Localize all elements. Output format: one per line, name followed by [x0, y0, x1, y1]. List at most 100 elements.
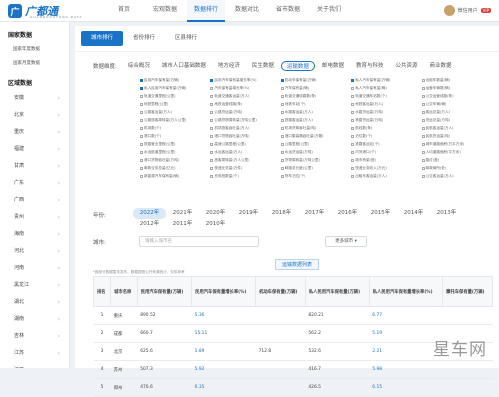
- user-area[interactable]: 微信用户 VIP: [444, 5, 491, 16]
- column-header[interactable]: 民用汽车保有量增长率(%): [192, 277, 256, 307]
- category-7[interactable]: 公共资源: [390, 61, 422, 71]
- indicator-option[interactable]: 高速公路里程(公里): [210, 140, 278, 148]
- sidebar-province-item[interactable]: 安徽: [0, 90, 69, 107]
- indicator-option[interactable]: 水运货运量(万吨): [281, 148, 349, 156]
- sidebar-province-item[interactable]: 江苏: [0, 345, 69, 362]
- nav-item-5[interactable]: 关于我们: [310, 0, 348, 22]
- indicator-option[interactable]: 港口集装箱吞吐量(万箱): [281, 132, 349, 140]
- indicator-option[interactable]: 充电桩数量(个): [210, 172, 278, 180]
- checkbox-icon[interactable]: [422, 175, 425, 178]
- indicator-option[interactable]: 快递业务量(万件): [210, 164, 278, 172]
- year-option[interactable]: 2020年: [199, 208, 232, 219]
- indicator-option[interactable]: 泊位数(个): [351, 132, 419, 140]
- checkbox-icon[interactable]: [351, 87, 354, 90]
- checkbox-icon[interactable]: [210, 159, 213, 162]
- checkbox-icon[interactable]: [281, 175, 284, 178]
- checkbox-icon[interactable]: [281, 167, 284, 170]
- checkbox-icon[interactable]: [422, 103, 425, 106]
- checkbox-icon[interactable]: [281, 159, 284, 162]
- category-8[interactable]: 商业数据: [424, 61, 456, 71]
- checkbox-icon[interactable]: [140, 159, 143, 162]
- category-5[interactable]: 邮电数据: [317, 61, 349, 71]
- indicator-option[interactable]: 航线数(条): [351, 124, 419, 132]
- nav-item-4[interactable]: 省市数据: [269, 0, 307, 22]
- indicator-option[interactable]: 私人民用汽车保有量(万辆): [140, 84, 208, 92]
- indicator-option[interactable]: 机场数(个): [140, 124, 208, 132]
- indicator-option[interactable]: 水路货运量(万吨): [351, 108, 419, 116]
- checkbox-icon[interactable]: [281, 119, 284, 122]
- checkbox-icon[interactable]: [140, 95, 143, 98]
- indicator-option[interactable]: 铁路客运站(个): [351, 140, 419, 148]
- table-row[interactable]: 1重庆890.525.36820.216.77: [94, 307, 493, 325]
- checkbox-icon[interactable]: [351, 95, 354, 98]
- indicator-option[interactable]: 汽车保有量(辆): [281, 84, 349, 92]
- checkbox-icon[interactable]: [210, 87, 213, 90]
- column-header[interactable]: 民用汽车保有量(万辆): [137, 277, 191, 307]
- checkbox-icon[interactable]: [140, 87, 143, 90]
- indicator-option[interactable]: 快递业务收入(万元): [351, 164, 419, 172]
- checkbox-icon[interactable]: [351, 127, 354, 130]
- checkbox-icon[interactable]: [281, 103, 284, 106]
- indicator-option[interactable]: 铁路货运量(万吨): [351, 116, 419, 124]
- indicator-option[interactable]: 货运总量(万吨): [422, 116, 490, 124]
- avatar[interactable]: [444, 5, 455, 16]
- indicator-option[interactable]: 停车泊位(个): [281, 172, 349, 180]
- year-option[interactable]: 2011年: [166, 219, 199, 230]
- indicator-option[interactable]: 邮政业务总量(亿元): [140, 164, 208, 172]
- category-1[interactable]: 城市人口基础数据: [157, 61, 211, 71]
- indicator-option[interactable]: 港口货物吞吐量(万吨): [210, 132, 278, 140]
- indicator-option[interactable]: 私人汽车保有量(辆): [351, 84, 419, 92]
- category-6[interactable]: 教育与科技: [351, 61, 389, 71]
- indicator-option[interactable]: 公交客运量(万人): [422, 172, 490, 180]
- sidebar-province-item[interactable]: 黑龙江: [0, 277, 69, 294]
- indicator-option[interactable]: 机场旅客吞吐量(万人): [210, 124, 278, 132]
- category-4[interactable]: 运输数据: [281, 61, 315, 71]
- sidebar-province-item[interactable]: 海南: [0, 226, 69, 243]
- checkbox-icon[interactable]: [210, 175, 213, 178]
- sidebar-province-item[interactable]: 福建: [0, 141, 69, 158]
- indicator-option[interactable]: 出租车数量(辆): [422, 76, 490, 84]
- checkbox-icon[interactable]: [210, 167, 213, 170]
- indicator-option[interactable]: 轨道交通车站数(个): [351, 92, 419, 100]
- checkbox-icon[interactable]: [351, 175, 354, 178]
- year-option[interactable]: 2012年: [133, 219, 166, 230]
- indicator-option[interactable]: 邮政局所(处): [422, 164, 490, 172]
- checkbox-icon[interactable]: [351, 151, 354, 154]
- indicator-option[interactable]: 旅客周转量(万人公里): [210, 156, 278, 164]
- category-0[interactable]: 综合概况: [123, 61, 155, 71]
- indicator-option[interactable]: 轨道交通里程(公里): [140, 92, 208, 100]
- indicator-option[interactable]: 地铁运营线路(条): [210, 100, 278, 108]
- checkbox-icon[interactable]: [422, 95, 425, 98]
- indicator-option[interactable]: 铁路客运量(万人): [281, 116, 349, 124]
- indicator-option[interactable]: 轨道交通客运量(万人): [210, 92, 278, 100]
- sidebar-national-item[interactable]: 国家年度数据: [0, 42, 69, 56]
- sidebar-province-item[interactable]: 吉林: [0, 328, 69, 345]
- indicator-option[interactable]: 地铁里程(公里): [140, 100, 208, 108]
- indicator-option[interactable]: 轨道交通线路数(条): [281, 92, 349, 100]
- nav-item-2[interactable]: 数据排行: [187, 0, 225, 22]
- sidebar-national-heading[interactable]: 国家数据: [0, 27, 69, 42]
- indicator-option[interactable]: 地铁车站(个): [281, 100, 349, 108]
- indicator-option[interactable]: 铁路营业里程(公里): [140, 140, 208, 148]
- indicator-option[interactable]: 公路货运量(万吨): [210, 108, 278, 116]
- checkbox-icon[interactable]: [210, 119, 213, 122]
- sidebar-province-item[interactable]: 广东: [0, 175, 69, 192]
- year-option[interactable]: 2022年: [133, 208, 166, 219]
- indicator-option[interactable]: 汽车保有量增长率(%): [210, 84, 278, 92]
- indicator-option[interactable]: 水路客运量(万人): [281, 108, 349, 116]
- indicator-option[interactable]: 民用汽车保有量(万辆): [140, 76, 208, 84]
- checkbox-icon[interactable]: [140, 151, 143, 154]
- checkbox-icon[interactable]: [281, 151, 284, 154]
- indicator-option[interactable]: 民航客运量(万人): [422, 124, 490, 132]
- year-option[interactable]: 2017年: [298, 208, 331, 219]
- indicator-option[interactable]: 货物周转量(万吨公里): [281, 156, 349, 164]
- indicator-option[interactable]: 私人汽车保有量(万辆): [351, 76, 419, 84]
- username[interactable]: 微信用户: [458, 7, 478, 14]
- indicator-option[interactable]: 港口货物吞吐量(万吨): [140, 156, 208, 164]
- checkbox-icon[interactable]: [281, 111, 284, 114]
- indicator-option[interactable]: 公路里程(公里): [281, 140, 349, 148]
- checkbox-icon[interactable]: [422, 135, 425, 138]
- indicator-option[interactable]: 城市道路面积(万平方米): [422, 140, 490, 148]
- checkbox-icon[interactable]: [140, 167, 143, 170]
- indicator-option[interactable]: 城市桥梁(座): [351, 156, 419, 164]
